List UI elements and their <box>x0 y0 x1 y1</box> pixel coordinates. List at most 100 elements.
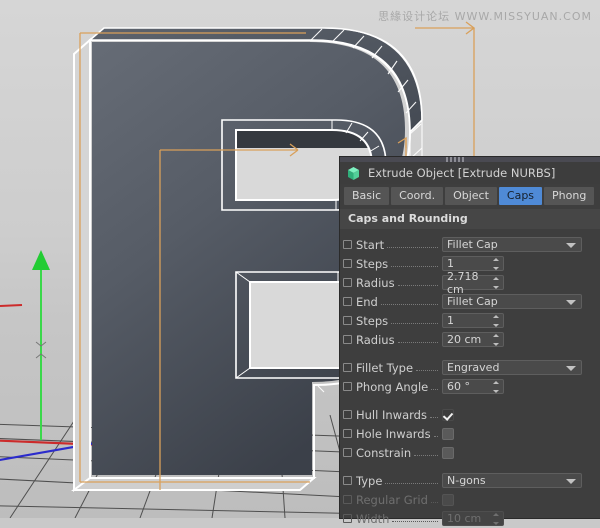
tab-phong[interactable]: Phong <box>544 187 594 205</box>
label-leader-dots <box>391 314 438 324</box>
property-row-width[interactable]: Width10 cm <box>340 509 600 528</box>
checkbox-regular-grid[interactable] <box>442 494 454 506</box>
label-type: Type <box>356 474 382 488</box>
label-leader-dots <box>381 295 438 305</box>
tab-basic[interactable]: Basic <box>344 187 389 205</box>
animate-track-icon[interactable] <box>343 495 352 504</box>
chevron-down-icon[interactable] <box>566 243 576 248</box>
label-leader-dots <box>392 512 438 522</box>
spinner-icon[interactable] <box>492 258 499 270</box>
animate-track-icon[interactable] <box>343 382 352 391</box>
number-input-radius[interactable]: 2.718 cm <box>442 275 504 290</box>
spinner-icon[interactable] <box>492 381 499 393</box>
animate-track-icon[interactable] <box>343 448 352 457</box>
number-input-width[interactable]: 10 cm <box>442 511 504 526</box>
row-spacer <box>340 396 600 405</box>
panel-titlebar[interactable]: Extrude Object [Extrude NURBS] <box>340 162 600 184</box>
label-leader-dots <box>431 380 438 390</box>
label-leader-dots <box>431 493 438 503</box>
property-row-start[interactable]: Start Fillet Cap <box>340 235 600 254</box>
tab-caps[interactable]: Caps <box>499 187 542 205</box>
spinner-icon[interactable] <box>492 513 499 525</box>
animate-track-icon[interactable] <box>343 316 352 325</box>
number-input-steps[interactable]: 1 <box>442 313 504 328</box>
spinner-icon[interactable] <box>492 334 499 346</box>
tab-object[interactable]: Object <box>445 187 497 205</box>
chevron-down-icon[interactable] <box>566 366 576 371</box>
label-leader-dots <box>387 238 438 248</box>
spinner-icon[interactable] <box>492 315 499 327</box>
row-spacer <box>340 349 600 358</box>
property-row-constrain[interactable]: Constrain <box>340 443 600 462</box>
number-value-steps: 1 <box>447 314 454 327</box>
chevron-down-icon[interactable] <box>566 300 576 305</box>
animate-track-icon[interactable] <box>343 410 352 419</box>
drag-grip-icon <box>446 157 464 162</box>
label-phong-angle: Phong Angle <box>356 380 428 394</box>
label-leader-dots <box>414 446 438 456</box>
checkbox-hull-inwards[interactable] <box>442 409 454 421</box>
animate-track-icon[interactable] <box>343 429 352 438</box>
property-row-radius[interactable]: Radius 20 cm <box>340 330 600 349</box>
label-leader-dots <box>391 257 438 267</box>
number-value-width: 10 cm <box>447 512 481 525</box>
row-spacer <box>340 462 600 471</box>
property-row-radius[interactable]: Radius 2.718 cm <box>340 273 600 292</box>
label-constrain: Constrain <box>356 446 411 460</box>
property-row-fillet-type[interactable]: Fillet Type Engraved <box>340 358 600 377</box>
label-radius: Radius <box>356 333 395 347</box>
label-fillet-type: Fillet Type <box>356 361 413 375</box>
number-input-phong-angle[interactable]: 60 ° <box>442 379 504 394</box>
checkbox-constrain[interactable] <box>442 447 454 459</box>
property-row-hull-inwards[interactable]: Hull Inwards <box>340 405 600 424</box>
tab-coord[interactable]: Coord. <box>391 187 443 205</box>
panel-tabs[interactable]: BasicCoord.ObjectCapsPhong <box>340 184 600 209</box>
property-row-phong-angle[interactable]: Phong Angle 60 ° <box>340 377 600 396</box>
attribute-panel[interactable]: Extrude Object [Extrude NURBS] BasicCoor… <box>340 157 600 518</box>
number-input-radius[interactable]: 20 cm <box>442 332 504 347</box>
property-row-type[interactable]: Type N-gons <box>340 471 600 490</box>
label-radius: Radius <box>356 276 395 290</box>
number-value-steps: 1 <box>447 257 454 270</box>
animate-track-icon[interactable] <box>343 240 352 249</box>
animate-track-icon[interactable] <box>343 335 352 344</box>
label-steps: Steps <box>356 314 388 328</box>
label-end: End <box>356 295 378 309</box>
animate-track-icon[interactable] <box>343 514 352 523</box>
label-start: Start <box>356 238 384 252</box>
section-header: Caps and Rounding <box>340 209 600 229</box>
dropdown-value-fillet-type: Engraved <box>447 361 499 374</box>
label-leader-dots <box>434 427 438 437</box>
spinner-icon[interactable] <box>492 277 499 289</box>
dropdown-value-end: Fillet Cap <box>447 295 498 308</box>
animate-track-icon[interactable] <box>343 476 352 485</box>
label-leader-dots <box>430 408 438 418</box>
property-row-regular-grid[interactable]: Regular Grid <box>340 490 600 509</box>
property-row-steps[interactable]: Steps 1 <box>340 311 600 330</box>
dropdown-fillet-type[interactable]: Engraved <box>442 360 582 375</box>
number-value-radius: 2.718 cm <box>447 270 489 296</box>
animate-track-icon[interactable] <box>343 297 352 306</box>
dropdown-start[interactable]: Fillet Cap <box>442 237 582 252</box>
dropdown-end[interactable]: Fillet Cap <box>442 294 582 309</box>
label-leader-dots <box>385 474 438 484</box>
chevron-down-icon[interactable] <box>566 479 576 484</box>
label-leader-dots <box>398 276 438 286</box>
checkbox-hole-inwards[interactable] <box>442 428 454 440</box>
property-row-end[interactable]: End Fillet Cap <box>340 292 600 311</box>
property-row-hole-inwards[interactable]: Hole Inwards <box>340 424 600 443</box>
animate-track-icon[interactable] <box>343 363 352 372</box>
dropdown-type[interactable]: N-gons <box>442 473 582 488</box>
label-hull-inwards: Hull Inwards <box>356 408 427 422</box>
label-leader-dots <box>398 333 438 343</box>
property-rows: Start Fillet Cap Steps 1 Radius 2.718 cm End Fi… <box>340 229 600 528</box>
label-steps: Steps <box>356 257 388 271</box>
animate-track-icon[interactable] <box>343 278 352 287</box>
extrude-nurbs-cube-icon <box>346 166 361 181</box>
number-value-phong-angle: 60 ° <box>447 380 470 393</box>
panel-drag-handle[interactable] <box>340 157 600 162</box>
dropdown-value-type: N-gons <box>447 474 486 487</box>
label-hole-inwards: Hole Inwards <box>356 427 431 441</box>
label-regular-grid: Regular Grid <box>356 493 428 507</box>
animate-track-icon[interactable] <box>343 259 352 268</box>
